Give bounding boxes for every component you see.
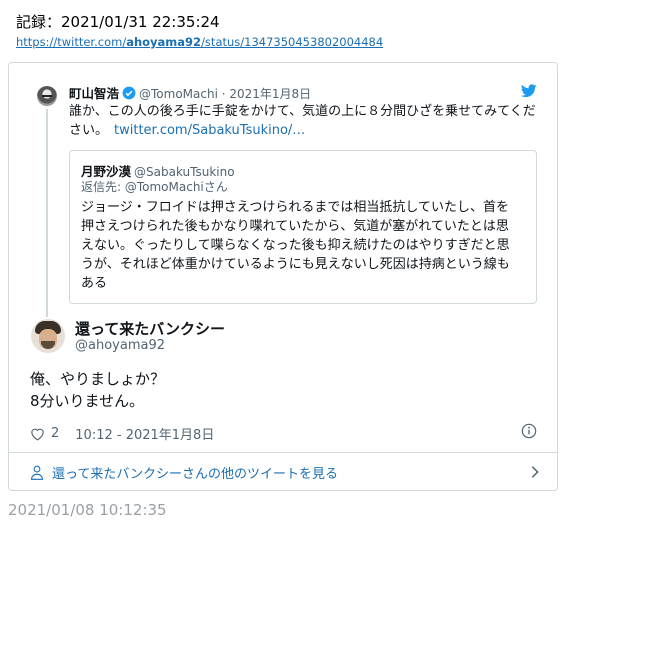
url-prefix: https://twitter.com/ — [16, 35, 127, 49]
verified-badge-icon — [122, 86, 136, 100]
tweet-meta: 2 10:12 - 2021年1月8日 — [30, 424, 214, 443]
url-suffix: /status/1347350453802004484 — [201, 35, 384, 49]
thread-line — [46, 109, 48, 317]
tweet-time[interactable]: 10:12 - 2021年1月8日 — [75, 424, 214, 443]
main-tweet-text: 俺、やりましょか？ 8分いりません。 — [30, 368, 165, 412]
main-tweet-line-1: 俺、やりましょか？ — [30, 370, 166, 388]
inner-quote-reply-to: 返信先: @TomoMachiさん — [81, 180, 228, 194]
card-divider — [9, 452, 557, 453]
tweet-embed-card: 町山智浩 @TomoMachi · 2021年1月8日 誰か、この人の後ろ手に手錠… — [8, 62, 558, 491]
like-count: 2 — [51, 426, 60, 441]
quoted-handle-date: @TomoMachi · 2021年1月8日 — [139, 87, 312, 101]
main-avatar[interactable] — [31, 319, 65, 353]
archive-timestamp: 2021/01/08 10:12:35 — [8, 501, 167, 519]
quoted-tweet-header: 町山智浩 @TomoMachi · 2021年1月8日 — [69, 83, 311, 102]
twitter-bird-icon[interactable] — [521, 84, 537, 98]
more-tweets-link[interactable]: 還って来たバンクシーさんの他のツイートを見る — [30, 462, 540, 482]
source-url-link[interactable]: https://twitter.com/ahoyama92/status/134… — [16, 35, 383, 49]
person-icon — [30, 465, 44, 480]
main-author-handle[interactable]: @ahoyama92 — [75, 338, 165, 353]
record-label: 記録：2021/01/31 22:35:24 — [16, 13, 220, 31]
inner-quote-handle: @SabakuTsukino — [134, 165, 235, 179]
quoted-author-name[interactable]: 町山智浩 — [69, 86, 119, 101]
more-tweets-label: 還って来たバンクシーさんの他のツイートを見る — [52, 466, 339, 482]
chevron-right-icon — [531, 466, 539, 478]
url-user: ahoyama92 — [126, 35, 202, 49]
main-tweet-line-2: 8分いりません。 — [30, 392, 145, 410]
inner-quote-author: 月野沙漠 — [81, 164, 132, 179]
info-icon[interactable] — [521, 423, 537, 439]
inner-quote-card[interactable]: 月野沙漠 @SabakuTsukino 返信先: @TomoMachiさん ジョー… — [69, 150, 537, 304]
heart-icon[interactable] — [30, 427, 45, 441]
inner-quote-text: ジョージ・フロイドは押さえつけられるまでは相当抵抗していたし、首を押さえつけられ… — [81, 200, 510, 291]
main-author-name[interactable]: 還って来たバンクシー — [75, 318, 225, 339]
quoted-tweet-link[interactable]: twitter.com/SabakuTsukino/… — [114, 123, 305, 138]
quoted-tweet-text: 誰か、この人の後ろ手に手錠をかけて、気道の上に８分間ひざを乗せてみてください。 t… — [69, 102, 539, 140]
quoted-avatar[interactable] — [37, 86, 57, 106]
